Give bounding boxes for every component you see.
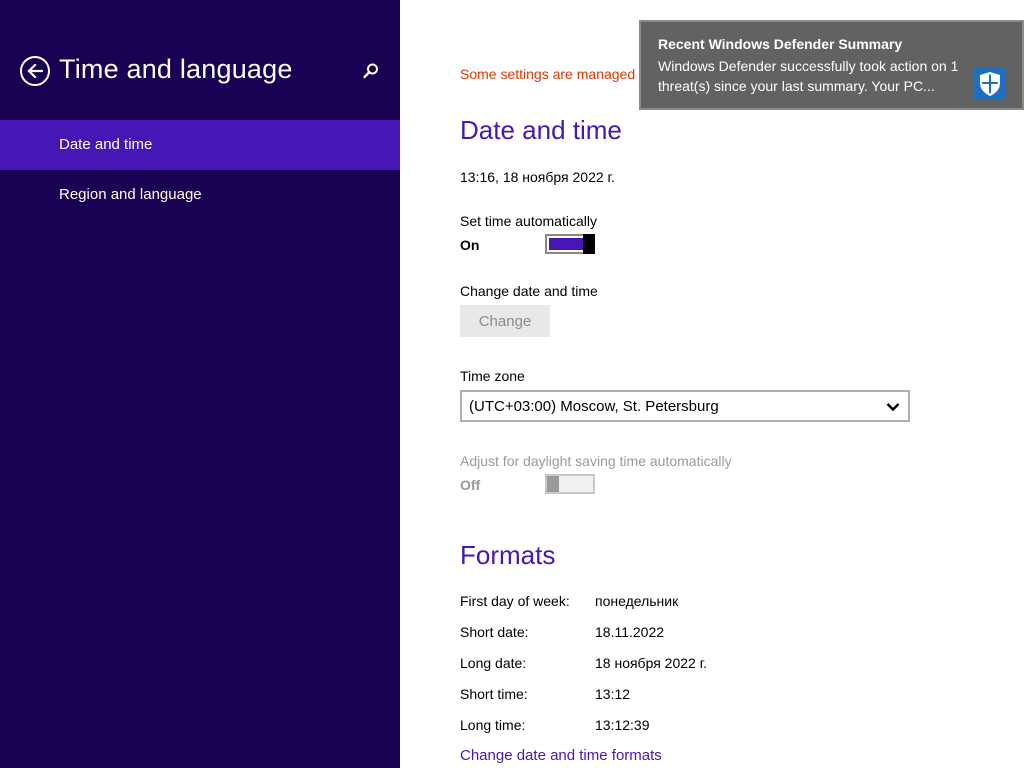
toggle-thumb: [583, 234, 595, 254]
change-date-time-label: Change date and time: [460, 283, 598, 299]
dst-state: Off: [460, 477, 481, 493]
date-time-heading: Date and time: [460, 115, 622, 145]
format-label-short-date: Short date:: [460, 624, 529, 640]
sidebar-item-date-and-time[interactable]: Date and time: [0, 120, 400, 170]
toggle-thumb: [547, 476, 559, 492]
format-label-first-day: First day of week:: [460, 593, 570, 609]
format-value-short-time: 13:12: [595, 686, 631, 702]
back-button[interactable]: [20, 56, 50, 86]
format-value-long-time: 13:12:39: [595, 717, 650, 733]
toast-body: Windows Defender successfully took actio…: [658, 58, 959, 94]
formats-heading: Formats: [460, 540, 556, 570]
set-time-auto-toggle[interactable]: [545, 234, 595, 254]
page-title: Time and language: [59, 54, 293, 84]
main-content: Some settings are managed Date and time …: [400, 0, 1024, 768]
sidebar-item-label: Region and language: [59, 186, 202, 203]
timezone-label: Time zone: [460, 368, 525, 384]
timezone-value: (UTC+03:00) Moscow, St. Petersburg: [469, 398, 719, 415]
chevron-down-icon: [886, 403, 900, 412]
back-arrow-icon: [27, 64, 43, 78]
dst-label: Adjust for daylight saving time automati…: [460, 453, 732, 469]
format-label-long-date: Long date:: [460, 655, 527, 671]
format-value-short-date: 18.11.2022: [595, 624, 665, 640]
toast-title: Recent Windows Defender Summary: [658, 36, 903, 52]
defender-notification-toast[interactable]: Recent Windows Defender Summary Windows …: [639, 20, 1024, 110]
set-time-auto-state: On: [460, 237, 480, 253]
format-value-long-date: 18 ноября 2022 г.: [595, 655, 707, 671]
sidebar-item-region-and-language[interactable]: Region and language: [0, 170, 400, 220]
dst-toggle[interactable]: [545, 474, 595, 494]
search-icon[interactable]: [362, 62, 380, 80]
sidebar-item-label: Date and time: [59, 136, 153, 153]
sidebar: Time and language Date and time Region a…: [0, 0, 400, 768]
current-date-time: 13:16, 18 ноября 2022 г.: [460, 169, 615, 185]
managed-settings-notice: Some settings are managed: [460, 66, 636, 82]
format-value-first-day: понедельник: [595, 593, 679, 609]
timezone-select[interactable]: (UTC+03:00) Moscow, St. Petersburg: [460, 390, 910, 422]
windows-defender-shield-icon: [974, 68, 1006, 100]
format-label-long-time: Long time:: [460, 717, 526, 733]
format-label-short-time: Short time:: [460, 686, 528, 702]
change-formats-link[interactable]: Change date and time formats: [460, 747, 662, 764]
sidebar-header: Time and language: [0, 0, 400, 120]
change-button[interactable]: Change: [460, 305, 550, 337]
set-time-auto-label: Set time automatically: [460, 213, 597, 229]
